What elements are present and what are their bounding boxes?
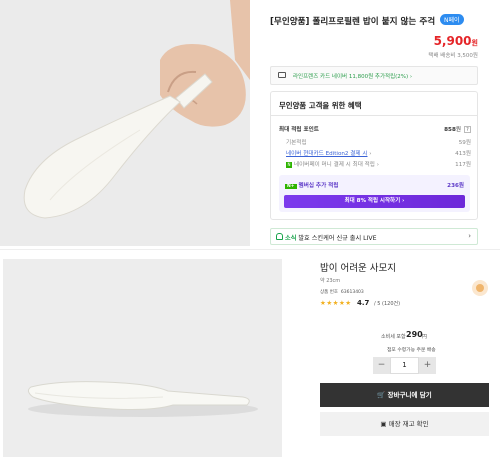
- review-count[interactable]: / 5 (120건): [374, 300, 400, 307]
- pickup-label: 점포 수령가능 주문 배송: [387, 348, 436, 353]
- npay-badge: N페이: [440, 14, 464, 25]
- npay-money-label: 네이버페이 머니 결제 시 최대 적립: [294, 162, 375, 168]
- product-size: 약 23cm: [320, 278, 341, 284]
- benefit-panel: 무인양품 고객을 위한 혜택 최대 적립 포인트 858원? 기본적립 59원 …: [270, 91, 478, 220]
- naver-n-icon: N: [286, 162, 292, 168]
- credit-card-icon: [278, 72, 286, 78]
- max-points-row: 최대 적립 포인트 858원?: [279, 125, 471, 133]
- product-code: 상품 번호 63613403: [320, 290, 364, 295]
- bottom-price: 290: [406, 330, 423, 339]
- product-image-paddle[interactable]: [3, 259, 282, 457]
- card-points-value: 413원: [455, 151, 471, 157]
- favorite-badge-icon[interactable]: [472, 280, 488, 296]
- help-icon[interactable]: ?: [464, 126, 471, 133]
- store-stock-button[interactable]: ▣ 매장 재고 확인: [320, 412, 489, 436]
- benefit-heading: 무인양품 고객을 위한 혜택: [279, 101, 362, 110]
- max-points-value: 858원?: [444, 125, 471, 133]
- membership-box: N+ 멤버십 추가 적립 236원 최대 8% 적립 시작하기 ›: [279, 175, 470, 212]
- card-promo-text: 라인프렌즈 카드 네이버 11,800원 추가적립(2%): [293, 74, 409, 80]
- chevron-right-icon: ›: [468, 232, 471, 240]
- news-text: 발효 스킨케어 신규 출시 LIVE: [298, 235, 377, 242]
- cart-icon: 🛒: [377, 391, 386, 399]
- divider: [271, 115, 477, 116]
- npay-money-value: 117원: [455, 162, 471, 168]
- bell-icon: [276, 233, 283, 240]
- membership-badge: N+: [285, 184, 297, 189]
- quantity-stepper: − 1 +: [373, 357, 436, 374]
- product-image-hand-ladle[interactable]: [0, 0, 250, 246]
- max-points-label: 최대 적립 포인트: [279, 127, 319, 133]
- news-tag: 소식: [285, 235, 297, 242]
- basic-points-value: 59원: [458, 140, 471, 146]
- card-promo-bar[interactable]: 라인프렌즈 카드 네이버 11,800원 추가적립(2%) ›: [270, 66, 478, 85]
- bottom-price-unit: 円: [422, 334, 428, 340]
- card-points-link[interactable]: 네이버 현대카드 Edition2 결제 시: [286, 151, 368, 157]
- price-value: 5,900: [433, 34, 472, 48]
- membership-start-button[interactable]: 최대 8% 적립 시작하기 ›: [284, 195, 465, 208]
- shipping-fee: 택배 배송비 3,500원: [428, 53, 478, 59]
- qty-plus-button[interactable]: +: [419, 357, 436, 374]
- top-product-panel: [무인양품] 폴리프로필렌 밥이 붙지 않는 주걱 N페이 5,900원 택배 …: [0, 0, 500, 250]
- rating-value: 4.7: [357, 299, 370, 307]
- basic-points-label: 기본적립: [286, 140, 307, 146]
- rating-stars-icon: ★★★★★: [320, 299, 352, 307]
- npay-money-row[interactable]: N 네이버페이 머니 결제 시 최대 적립 › 117원: [279, 160, 471, 168]
- add-to-cart-button[interactable]: 🛒 장바구니에 담기: [320, 383, 489, 407]
- basic-points-row: 기본적립 59원: [279, 138, 471, 146]
- product-title-bottom: 밥이 어려운 사모지: [320, 263, 396, 274]
- qty-value[interactable]: 1: [390, 357, 419, 374]
- qty-minus-button[interactable]: −: [373, 357, 390, 374]
- membership-label: N+ 멤버십 추가 적립: [285, 183, 339, 189]
- tax-label: 소비세 포함: [381, 334, 406, 340]
- news-bar[interactable]: 소식 발효 스킨케어 신규 출시 LIVE ›: [270, 228, 478, 245]
- product-price: 5,900원: [434, 34, 478, 48]
- card-points-row[interactable]: 네이버 현대카드 Edition2 결제 시 › 413원: [279, 149, 471, 157]
- membership-value: 236원: [447, 183, 464, 189]
- price-unit: 원: [471, 39, 478, 47]
- store-icon: ▣: [380, 420, 387, 428]
- product-title: [무인양품] 폴리프로필렌 밥이 붙지 않는 주걱: [270, 17, 436, 27]
